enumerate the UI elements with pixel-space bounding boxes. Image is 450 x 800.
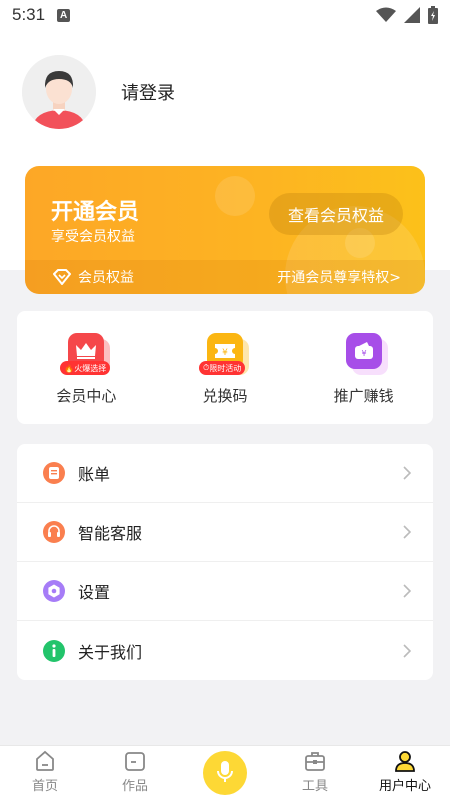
avatar[interactable]: [22, 55, 96, 129]
info-icon: [43, 639, 65, 662]
menu-item-about-us[interactable]: 关于我们: [17, 621, 433, 680]
tab-label: 用户中心: [378, 779, 431, 794]
menu-item-settings[interactable]: 设置: [17, 562, 433, 621]
tab-user-center[interactable]: 用户中心: [360, 746, 450, 800]
quick-label: 兑换码: [202, 387, 248, 405]
notification-icon: A: [57, 8, 71, 22]
settings-icon: [43, 580, 65, 602]
menu-item-customer-service[interactable]: 智能客服: [17, 503, 433, 562]
chevron-right-icon: [403, 643, 411, 658]
signal-icon: [404, 7, 420, 23]
user-icon: [395, 751, 415, 772]
tab-label: 工具: [301, 779, 328, 794]
menu-label: 账单: [78, 465, 111, 484]
tab-label: 首页: [31, 779, 58, 794]
login-link[interactable]: 请登录: [121, 79, 175, 105]
headset-icon: [43, 521, 65, 543]
status-time: 5:31: [12, 5, 46, 24]
vip-card[interactable]: 开通会员 享受会员权益 查看会员权益 会员权益 开通会员尊享特权>: [25, 166, 425, 294]
view-benefits-button[interactable]: 查看会员权益: [269, 193, 403, 235]
bottom-tab-bar: 首页 作品 工具 用户中心: [0, 745, 450, 800]
folder-icon: [125, 752, 145, 771]
wifi-icon: [376, 7, 396, 22]
vip-privilege-link[interactable]: 开通会员尊享特权>: [277, 267, 401, 287]
quick-label: 推广赚钱: [333, 387, 394, 405]
quick-item-promote-earn[interactable]: ¥ 推广赚钱: [294, 311, 433, 424]
menu-item-bill[interactable]: 账单: [17, 444, 433, 503]
toolbox-icon: [305, 752, 325, 771]
quick-label: 会员中心: [56, 387, 117, 405]
battery-icon: [428, 6, 438, 24]
diamond-icon: [53, 269, 71, 285]
hot-badge: 🔥 火爆选择: [60, 361, 111, 375]
profile-section[interactable]: 请登录: [22, 55, 175, 129]
menu-label: 关于我们: [78, 642, 143, 662]
mic-icon: [217, 760, 233, 782]
tab-home[interactable]: 首页: [0, 746, 90, 800]
quick-actions: 🔥 火爆选择 会员中心 ¥ ⏱ 限时活动 兑换码 ¥ 推广赚钱: [17, 311, 433, 424]
quick-item-redeem-code[interactable]: ¥ ⏱ 限时活动 兑换码: [156, 311, 295, 424]
bill-icon: [43, 462, 65, 484]
vip-bottom-bar: 会员权益 开通会员尊享特权>: [25, 260, 425, 294]
svg-text:¥: ¥: [222, 348, 228, 358]
home-icon: [36, 750, 54, 771]
tab-tools[interactable]: 工具: [270, 746, 360, 800]
quick-item-member-center[interactable]: 🔥 火爆选择 会员中心: [17, 311, 156, 424]
chevron-right-icon: [403, 525, 411, 539]
status-indicators: [376, 6, 438, 24]
tab-label: 作品: [121, 779, 148, 794]
menu-list: 账单 智能客服 设置 关于我们: [17, 444, 433, 680]
decor-circle: [215, 176, 255, 216]
svg-text:¥: ¥: [361, 349, 366, 358]
wallet-icon: ¥: [345, 333, 382, 369]
vip-rights-label: 会员权益: [78, 270, 134, 286]
vip-rights: 会员权益: [53, 267, 134, 287]
status-bar: 5:31 A: [0, 0, 450, 30]
vip-subtitle: 享受会员权益: [51, 229, 135, 245]
vip-title: 开通会员: [51, 200, 140, 225]
chevron-right-icon: [403, 466, 411, 480]
tab-works[interactable]: 作品: [90, 746, 180, 800]
limited-badge: ⏱ 限时活动: [199, 361, 246, 375]
tab-record[interactable]: [180, 746, 270, 800]
menu-label: 智能客服: [78, 524, 143, 543]
record-button[interactable]: [203, 751, 247, 795]
menu-label: 设置: [78, 583, 111, 602]
chevron-right-icon: [403, 584, 411, 598]
